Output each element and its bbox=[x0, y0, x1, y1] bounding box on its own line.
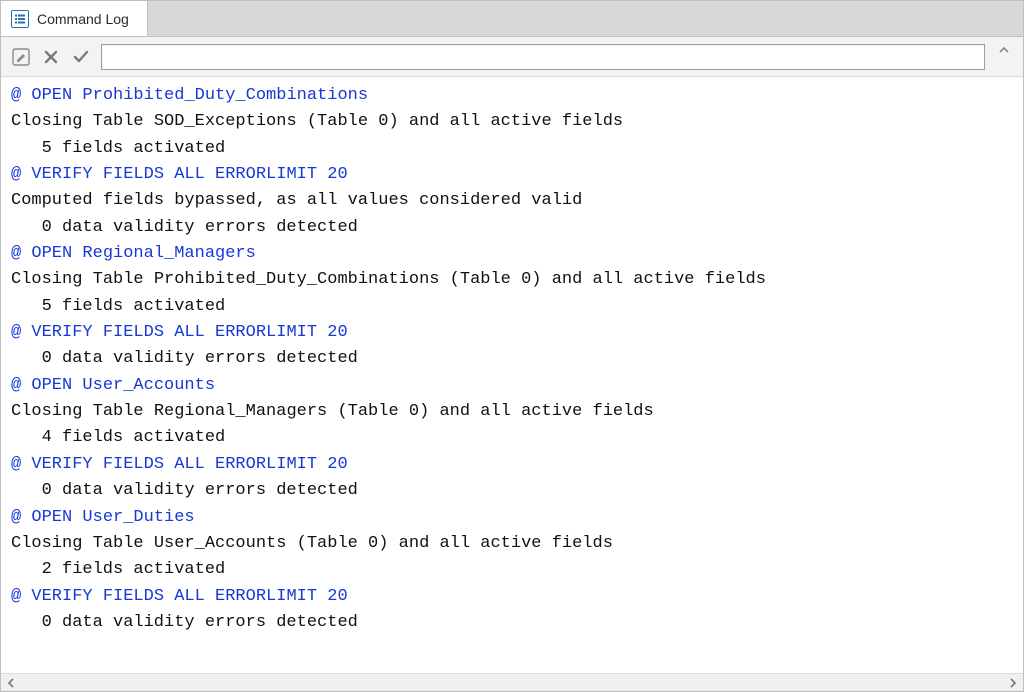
log-output-line: 2 fields activated bbox=[11, 557, 1019, 583]
horizontal-scrollbar[interactable] bbox=[1, 673, 1023, 691]
log-output-line: 5 fields activated bbox=[11, 294, 1019, 320]
log-output-line: Closing Table Prohibited_Duty_Combinatio… bbox=[11, 267, 1019, 293]
accept-icon[interactable] bbox=[71, 47, 91, 67]
scroll-left-icon[interactable] bbox=[3, 676, 19, 690]
command-log-window: Command Log @ OPEN Prohibited_Duty_Combi… bbox=[0, 0, 1024, 692]
tab-bar: Command Log bbox=[1, 1, 1023, 37]
log-command: @ VERIFY FIELDS ALL ERRORLIMIT 20 bbox=[11, 584, 1019, 610]
log-output-line: 5 fields activated bbox=[11, 136, 1019, 162]
log-command: @ VERIFY FIELDS ALL ERRORLIMIT 20 bbox=[11, 162, 1019, 188]
clear-icon[interactable] bbox=[41, 47, 61, 67]
log-command: @ OPEN User_Accounts bbox=[11, 373, 1019, 399]
log-command: @ VERIFY FIELDS ALL ERRORLIMIT 20 bbox=[11, 320, 1019, 346]
log-output-line: Computed fields bypassed, as all values … bbox=[11, 188, 1019, 214]
log-output-line: 0 data validity errors detected bbox=[11, 346, 1019, 372]
scroll-right-icon[interactable] bbox=[1005, 676, 1021, 690]
log-output-line: Closing Table User_Accounts (Table 0) an… bbox=[11, 531, 1019, 557]
tab-label: Command Log bbox=[37, 11, 129, 27]
tab-command-log[interactable]: Command Log bbox=[1, 1, 148, 36]
log-command: @ VERIFY FIELDS ALL ERRORLIMIT 20 bbox=[11, 452, 1019, 478]
log-output-line: 0 data validity errors detected bbox=[11, 478, 1019, 504]
scroll-up-icon[interactable] bbox=[995, 44, 1013, 70]
log-command: @ OPEN Prohibited_Duty_Combinations bbox=[11, 83, 1019, 109]
list-icon bbox=[11, 10, 29, 28]
log-area: @ OPEN Prohibited_Duty_CombinationsClosi… bbox=[1, 77, 1023, 691]
edit-icon[interactable] bbox=[11, 47, 31, 67]
log-output-line: 4 fields activated bbox=[11, 425, 1019, 451]
command-input[interactable] bbox=[101, 44, 985, 70]
log-command: @ OPEN User_Duties bbox=[11, 505, 1019, 531]
log-output-line: 0 data validity errors detected bbox=[11, 215, 1019, 241]
log-output: @ OPEN Prohibited_Duty_CombinationsClosi… bbox=[1, 77, 1023, 673]
log-output-line: Closing Table SOD_Exceptions (Table 0) a… bbox=[11, 109, 1019, 135]
log-output-line: 0 data validity errors detected bbox=[11, 610, 1019, 636]
log-output-line: Closing Table Regional_Managers (Table 0… bbox=[11, 399, 1019, 425]
log-command: @ OPEN Regional_Managers bbox=[11, 241, 1019, 267]
command-toolbar bbox=[1, 37, 1023, 77]
